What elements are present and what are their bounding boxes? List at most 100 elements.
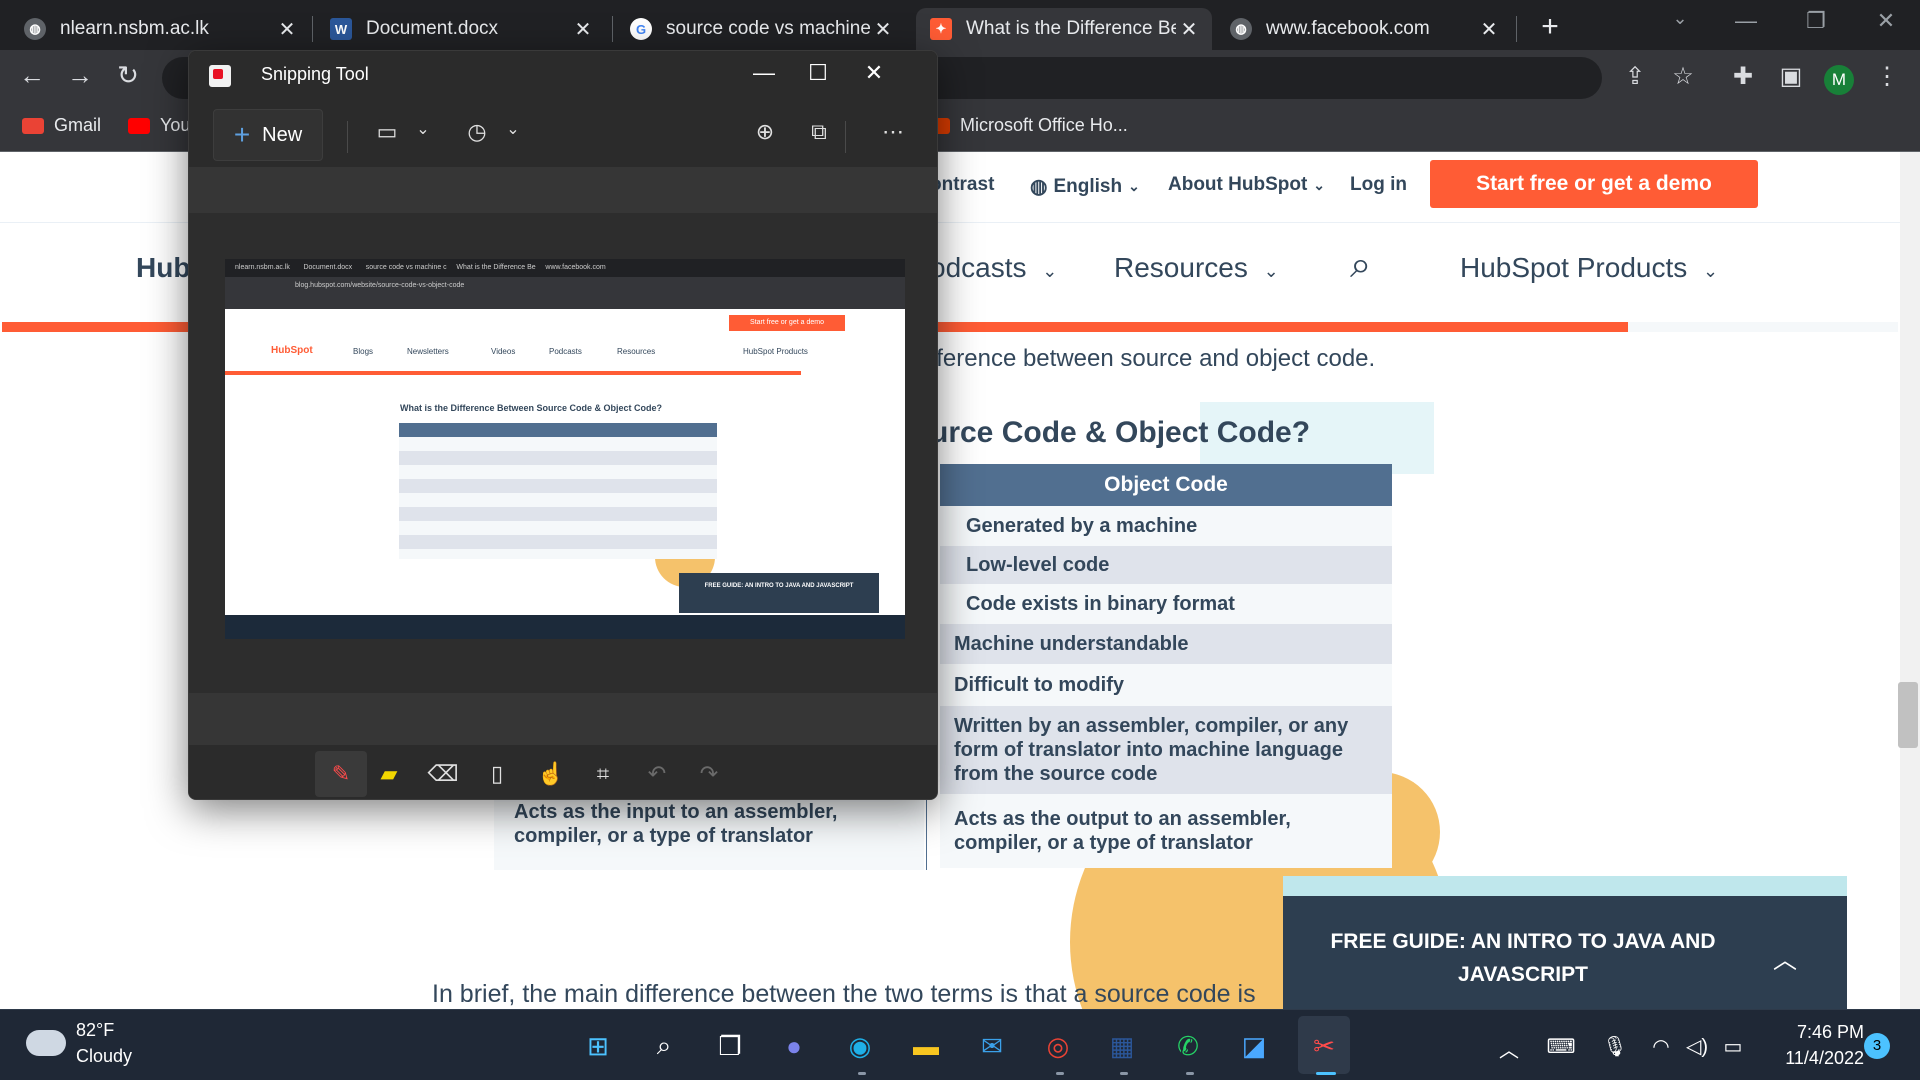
tab-divider [312,16,313,42]
tab-facebook[interactable]: ◍ www.facebook.com ✕ [1216,8,1512,50]
zoom-icon[interactable]: ⊕ [745,119,785,145]
volume-icon[interactable]: ◁) [1680,1034,1714,1059]
profile-avatar[interactable]: M [1824,65,1854,95]
free-guide-banner[interactable]: FREE GUIDE: AN INTRO TO JAVA AND JAVASCR… [1283,896,1847,1009]
new-snip-button[interactable]: + New [213,109,323,161]
chevron-down-icon[interactable]: ⌄ [403,119,443,139]
keyboard-icon[interactable]: ⌨ [1544,1034,1578,1059]
notification-badge[interactable]: 3 [1864,1033,1890,1059]
bookmark-star-icon[interactable]: ☆ [1666,62,1700,91]
active-indicator [1316,1072,1336,1075]
language-selector[interactable]: ◍ English ⌄ [1030,174,1140,199]
shot-row [399,451,717,465]
copy-icon[interactable]: ⧉ [799,119,839,145]
tab-search-icon[interactable]: ⌄ [1650,8,1710,29]
highlighter-icon[interactable]: ▰ [369,761,409,787]
bookmark-gmail[interactable]: Gmail [22,115,101,136]
close-tab-icon[interactable]: ✕ [570,17,596,42]
page-scrollbar[interactable] [1900,152,1920,1009]
word-icon[interactable]: ▦ [1102,1026,1142,1066]
search-icon[interactable]: ⌕ [1350,244,1371,287]
table-cell: Low-level code [940,546,1392,584]
minimize-icon[interactable]: — [739,60,789,86]
start-free-demo-button[interactable]: Start free or get a demo [1430,160,1758,208]
microphone-icon[interactable]: 🎙 [1598,1034,1632,1059]
weather-temperature[interactable]: 82°F [76,1020,114,1041]
markup-toolbar: ✎ ▰ ⌫ ▯ ☝ ⌗ ↶ ↷ [189,745,937,799]
clock-date[interactable]: 11/4/2022 [1754,1048,1864,1069]
chevron-up-icon[interactable]: ︿ [1492,1034,1526,1063]
ruler-icon[interactable]: ▯ [477,761,517,787]
nav-hubspot-products[interactable]: HubSpot Products ⌄ [1460,252,1718,284]
snipping-tool-icon [209,65,231,87]
side-panel-icon[interactable]: ▣ [1774,62,1808,91]
tab-nlearn[interactable]: ◍ nlearn.nsbm.ac.lk ✕ [10,8,310,50]
share-icon[interactable]: ⇪ [1618,62,1652,91]
cloud-icon[interactable] [26,1030,66,1056]
menu-icon[interactable]: ⋮ [1870,62,1904,91]
more-options-icon[interactable]: ⋯ [873,119,913,145]
high-contrast-toggle[interactable]: ontrast [930,174,994,196]
scrollbar-thumb[interactable] [1898,682,1918,748]
minimize-icon[interactable]: — [1716,8,1776,34]
tab-document[interactable]: W Document.docx ✕ [316,8,606,50]
file-explorer-icon[interactable]: ▬ [906,1026,946,1066]
reload-icon[interactable]: ↻ [108,60,148,91]
body-paragraph: In brief, the main difference between th… [432,980,1256,1008]
shot-logo: HubSpot [271,345,313,356]
chevron-down-icon: ⌄ [1128,178,1140,194]
search-icon[interactable]: ⌕ [644,1026,684,1066]
start-icon[interactable]: ⊞ [578,1026,618,1066]
running-indicator [1056,1072,1064,1075]
crop-icon[interactable]: ⌗ [583,761,623,787]
undo-icon[interactable]: ↶ [637,761,677,787]
hubspot-logo[interactable]: Hub [136,252,190,284]
bookmark-youtube[interactable]: You [128,115,190,136]
maximize-icon[interactable]: ☐ [793,60,843,86]
bookmark-office[interactable]: Microsoft Office Ho... [934,115,1128,136]
canvas-band [189,167,937,213]
chevron-up-icon[interactable]: ︿ [1773,940,1797,975]
close-tab-icon[interactable]: ✕ [1476,17,1502,42]
whatsapp-icon[interactable]: ✆ [1168,1026,1208,1066]
close-icon[interactable]: ✕ [849,60,899,86]
snip-mode-icon[interactable]: ▭ [367,119,407,145]
snipping-tool-icon[interactable]: ✂ [1304,1026,1344,1066]
new-tab-button[interactable]: + [1530,10,1570,44]
about-label: About HubSpot [1168,174,1308,195]
photos-icon[interactable]: ◪ [1234,1026,1274,1066]
task-view-icon[interactable]: ❐ [710,1026,750,1066]
forward-icon[interactable]: → [60,60,100,91]
extensions-icon[interactable]: ✚ [1726,62,1760,91]
delay-timer-icon[interactable]: ◷ [457,119,497,145]
restore-icon[interactable]: ❐ [1786,8,1846,34]
back-icon[interactable]: ← [12,60,52,91]
chrome-icon[interactable]: ◎ [1038,1026,1078,1066]
shot-nav-item: Videos [491,347,516,356]
chevron-down-icon: ⌄ [1042,261,1058,281]
eraser-icon[interactable]: ⌫ [423,761,463,787]
close-tab-icon[interactable]: ✕ [870,17,896,42]
clock-time[interactable]: 7:46 PM [1754,1022,1864,1043]
weather-description[interactable]: Cloudy [76,1046,132,1067]
chevron-down-icon[interactable]: ⌄ [493,119,533,139]
close-tab-icon[interactable]: ✕ [274,17,300,42]
tab-google-search[interactable]: G source code vs machine c ✕ [616,8,906,50]
shot-row [399,535,717,549]
battery-icon[interactable]: ▭ [1716,1034,1750,1059]
login-link[interactable]: Log in [1350,174,1407,196]
teams-chat-icon[interactable]: ● [774,1026,814,1066]
nav-resources[interactable]: Resources ⌄ [1114,252,1279,284]
touch-writing-icon[interactable]: ☝ [531,761,571,787]
shot-taskbar [225,615,905,639]
redo-icon[interactable]: ↷ [689,761,729,787]
wifi-icon[interactable]: ◠ [1644,1034,1678,1059]
tab-hubspot-article[interactable]: ✦ What is the Difference Be ✕ [916,8,1212,50]
close-window-icon[interactable]: ✕ [1856,8,1916,34]
mail-icon[interactable]: ✉ [972,1026,1012,1066]
ballpoint-pen-icon[interactable]: ✎ [321,761,361,787]
about-hubspot-menu[interactable]: About HubSpot ⌄ [1168,174,1325,196]
nav-podcasts[interactable]: odcasts ⌄ [930,252,1057,284]
edge-icon[interactable]: ◉ [840,1026,880,1066]
close-tab-icon[interactable]: ✕ [1176,17,1202,42]
